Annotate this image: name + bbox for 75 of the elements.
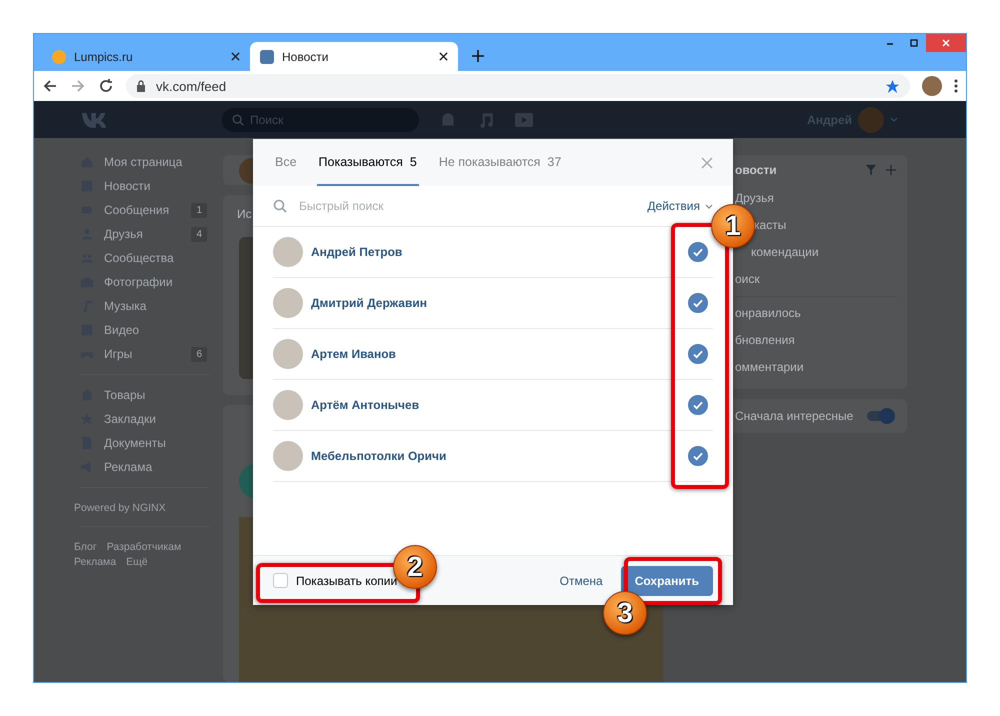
avatar-placeholder — [273, 237, 303, 267]
person-name[interactable]: Мебельпотолки Оричи — [311, 449, 688, 463]
person-name[interactable]: Артём Антонычев — [311, 398, 688, 412]
lock-icon — [136, 80, 146, 92]
save-button[interactable]: Сохранить — [620, 566, 713, 596]
browser-tab[interactable]: Lumpics.ru — [42, 42, 250, 71]
filter-item[interactable]: касты — [754, 218, 786, 232]
person-name[interactable]: Артем Иванов — [311, 347, 688, 361]
forward-icon[interactable] — [70, 78, 86, 94]
sidebar-item[interactable]: Фотографии — [74, 270, 209, 294]
filter-item[interactable]: Друзья — [735, 191, 774, 205]
sidebar-item[interactable]: Документы — [74, 431, 209, 455]
sidebar-item[interactable]: Новости — [74, 174, 209, 198]
avatar-placeholder — [273, 441, 303, 471]
check-icon[interactable] — [688, 395, 708, 415]
filter-item[interactable]: оиск — [735, 272, 760, 286]
search-icon — [273, 199, 287, 213]
star-icon[interactable] — [885, 78, 900, 94]
new-tab-icon[interactable] — [472, 50, 484, 62]
checkbox[interactable] — [273, 573, 288, 588]
sidebar-item[interactable]: Сообщества — [74, 246, 209, 270]
sidebar-item[interactable]: Видео — [74, 318, 209, 342]
toggle-switch[interactable] — [867, 411, 893, 421]
check-icon[interactable] — [688, 344, 708, 364]
avatar-placeholder — [273, 390, 303, 420]
toggle-label: Сначала интересные — [735, 409, 854, 423]
caret-icon — [705, 204, 713, 210]
favicon-icon — [52, 50, 66, 64]
sidebar-item[interactable]: Сообщения 1 — [74, 198, 209, 222]
sidebar-item[interactable]: Закладки — [74, 407, 209, 431]
close-icon[interactable] — [231, 52, 240, 61]
back-icon[interactable] — [42, 78, 58, 94]
filter-item[interactable]: онравилось — [735, 306, 801, 320]
count-badge: 4 — [191, 226, 207, 242]
stories-title: Ис — [237, 207, 252, 221]
footer-link[interactable]: Ещё — [126, 556, 148, 568]
browser-tab[interactable]: Новости — [250, 42, 458, 71]
avatar-placeholder — [273, 339, 303, 369]
filter-item[interactable]: комендации — [751, 245, 819, 259]
dialog-tab[interactable]: Показываются 5 — [316, 139, 419, 186]
check-icon[interactable] — [688, 242, 708, 262]
sidebar-item[interactable]: Друзья 4 — [74, 222, 209, 246]
filter-item[interactable]: омментарии — [735, 360, 804, 374]
profile-avatar[interactable] — [922, 76, 942, 96]
maximize-icon — [909, 38, 919, 48]
count-badge: 6 — [191, 346, 207, 362]
cancel-link[interactable]: Отмена — [560, 574, 603, 588]
footer-link[interactable]: Реклама — [74, 556, 116, 568]
footer-link[interactable]: Блог — [74, 541, 97, 553]
footer-link[interactable]: Разработчикам — [106, 541, 182, 553]
menu-icon[interactable] — [954, 79, 958, 93]
close-icon[interactable] — [439, 52, 448, 61]
check-icon[interactable] — [688, 293, 708, 313]
filter-item[interactable]: бновления — [735, 333, 795, 347]
window-close-button[interactable] — [926, 34, 966, 52]
reload-icon[interactable] — [98, 78, 114, 94]
actions-dropdown[interactable]: Действия — [647, 199, 713, 213]
address-field[interactable]: vk.com/feed — [126, 74, 910, 98]
close-icon — [941, 38, 951, 48]
sidebar-item[interactable]: Товары — [74, 383, 209, 407]
sidebar-item[interactable]: Игры 6 — [74, 342, 209, 366]
person-name[interactable]: Дмитрий Державин — [311, 296, 688, 310]
sidebar-item[interactable]: Моя страница — [74, 150, 209, 174]
avatar-placeholder — [273, 288, 303, 318]
powered-by-text: Powered by NGINX — [74, 502, 167, 514]
dialog-tab[interactable]: Все — [273, 139, 299, 186]
favicon-icon — [260, 50, 274, 64]
sidebar-item[interactable]: Музыка — [74, 294, 209, 318]
panel-title: овости — [735, 163, 778, 177]
check-icon[interactable] — [688, 446, 708, 466]
dialog-tab[interactable]: Не показываются 37 — [436, 139, 564, 186]
count-badge: 1 — [191, 202, 207, 218]
person-name[interactable]: Андрей Петров — [311, 245, 688, 259]
search-icon — [232, 114, 244, 126]
sidebar-item[interactable]: Реклама — [74, 455, 209, 479]
